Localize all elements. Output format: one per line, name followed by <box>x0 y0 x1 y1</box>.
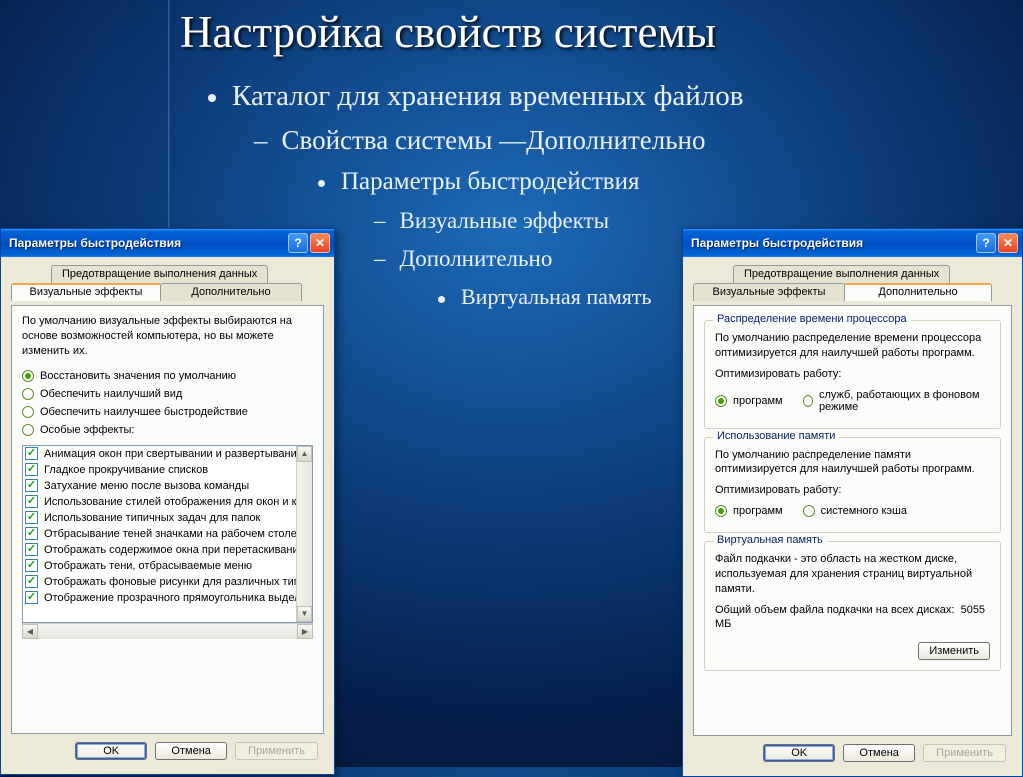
scroll-left-icon[interactable]: ◀ <box>22 624 38 639</box>
group-virtual-memory: Виртуальная память Файл подкачки - это о… <box>704 541 1001 671</box>
group-legend: Виртуальная память <box>713 534 827 546</box>
close-button[interactable]: ✕ <box>310 233 330 253</box>
outline-l5: Виртуальная память <box>461 284 652 310</box>
radio-cpu-services[interactable]: служб, работающих в фоновом режиме <box>803 386 990 416</box>
apply-button: Применить <box>923 744 1006 762</box>
dialog-advanced: Параметры быстродействия ? ✕ Предотвраще… <box>682 228 1023 777</box>
list-item[interactable]: Отображать тени, отбрасываемые меню <box>23 558 296 574</box>
outline-l4a: Визуальные эффекты <box>400 208 610 234</box>
list-item[interactable]: Затухание меню после вызова команды <box>23 478 296 494</box>
group-legend: Использование памяти <box>713 430 839 442</box>
titlebar[interactable]: Параметры быстродействия ? ✕ <box>683 229 1022 257</box>
cancel-button[interactable]: Отмена <box>843 744 915 762</box>
vm-desc: Файл подкачки - это область на жестком д… <box>715 552 990 597</box>
help-button[interactable]: ? <box>288 233 308 253</box>
tab-visual-effects[interactable]: Визуальные эффекты <box>11 283 161 301</box>
group-legend: Распределение времени процессора <box>713 313 911 325</box>
group-memory-usage: Использование памяти По умолчанию распре… <box>704 437 1001 534</box>
cancel-button[interactable]: Отмена <box>155 742 227 760</box>
scroll-down-icon[interactable]: ▼ <box>297 606 312 622</box>
horizontal-scrollbar[interactable]: ◀ ▶ <box>22 623 313 639</box>
apply-button: Применить <box>235 742 318 760</box>
list-item[interactable]: Отображение прозрачного прямоугольника в… <box>23 590 296 606</box>
visual-effects-list[interactable]: Анимация окон при свертывании и разверты… <box>22 445 313 623</box>
cpu-optimize-label: Оптимизировать работу: <box>715 367 990 382</box>
list-item[interactable]: Отображать содержимое окна при перетаски… <box>23 542 296 558</box>
cpu-desc: По умолчанию распределение времени проце… <box>715 331 990 361</box>
outline-l2: Свойства системы —Дополнительно <box>282 125 706 156</box>
outline-l1: Каталог для хранения временных файлов <box>232 80 743 113</box>
dialog-title: Параметры быстродействия <box>9 236 181 250</box>
ok-button[interactable]: OK <box>75 742 147 760</box>
radio-best-performance[interactable]: Обеспечить наилучшее быстродействие <box>22 403 313 421</box>
radio-best-appearance[interactable]: Обеспечить наилучший вид <box>22 385 313 403</box>
radio-mem-cache[interactable]: системного кэша <box>803 502 907 520</box>
tab-advanced[interactable]: Дополнительно <box>844 283 992 301</box>
tab-advanced[interactable]: Дополнительно <box>160 283 302 301</box>
radio-mem-programs[interactable]: программ <box>715 502 783 520</box>
visual-effects-desc: По умолчанию визуальные эффекты выбирают… <box>22 314 313 359</box>
tab-dep[interactable]: Предотвращение выполнения данных <box>51 265 268 283</box>
radio-cpu-programs[interactable]: программ <box>715 392 783 410</box>
mem-optimize-label: Оптимизировать работу: <box>715 483 990 498</box>
list-item[interactable]: Использование типичных задач для папок <box>23 510 296 526</box>
mem-desc: По умолчанию распределение памяти оптими… <box>715 448 990 478</box>
close-button[interactable]: ✕ <box>998 233 1018 253</box>
group-cpu-scheduling: Распределение времени процессора По умол… <box>704 320 1001 429</box>
list-item[interactable]: Использование стилей отображения для око… <box>23 494 296 510</box>
list-item[interactable]: Гладкое прокручивание списков <box>23 462 296 478</box>
vm-total: Общий объем файла подкачки на всех диска… <box>715 603 990 633</box>
dialog-visual-effects: Параметры быстродействия ? ✕ Предотвраще… <box>0 228 335 775</box>
outline-l4b: Дополнительно <box>400 246 553 272</box>
list-item[interactable]: Отображать фоновые рисунки для различных… <box>23 574 296 590</box>
outline-l3: Параметры быстродействия <box>341 168 639 196</box>
tab-dep[interactable]: Предотвращение выполнения данных <box>733 265 950 283</box>
list-item[interactable]: Анимация окон при свертывании и разверты… <box>23 446 296 462</box>
list-item[interactable]: Отбрасывание теней значками на рабочем с… <box>23 526 296 542</box>
vertical-scrollbar[interactable]: ▲ ▼ <box>296 446 312 622</box>
slide-title: Настройка свойств системы <box>180 6 716 58</box>
help-button[interactable]: ? <box>976 233 996 253</box>
radio-restore-defaults[interactable]: Восстановить значения по умолчанию <box>22 367 313 385</box>
tab-visual-effects[interactable]: Визуальные эффекты <box>693 283 845 301</box>
radio-custom[interactable]: Особые эффекты: <box>22 421 313 439</box>
dialog-title: Параметры быстродействия <box>691 236 863 250</box>
change-button[interactable]: Изменить <box>918 642 990 660</box>
scroll-up-icon[interactable]: ▲ <box>297 446 312 462</box>
titlebar[interactable]: Параметры быстродействия ? ✕ <box>1 229 334 257</box>
ok-button[interactable]: OK <box>763 744 835 762</box>
scroll-right-icon[interactable]: ▶ <box>297 624 313 639</box>
